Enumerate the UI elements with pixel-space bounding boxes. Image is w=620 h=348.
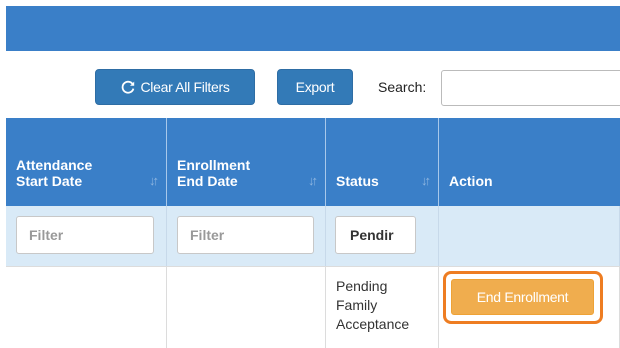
column-header-text: Status: [336, 173, 379, 189]
search-input[interactable]: [441, 70, 620, 106]
refresh-icon: [122, 80, 135, 94]
export-label: Export: [295, 79, 335, 95]
column-header-action: Action: [439, 118, 620, 206]
column-header-status[interactable]: Status ↓↑: [326, 118, 439, 206]
column-header-line: End Date: [177, 173, 238, 189]
column-header-text: Attendance Start Date: [16, 157, 92, 189]
filter-enrollment-end-date-input[interactable]: [177, 216, 314, 254]
filter-cell: [167, 206, 326, 266]
filter-status-input[interactable]: [335, 216, 416, 254]
column-header-line: Action: [449, 173, 493, 189]
end-enrollment-label: End Enrollment: [476, 289, 569, 305]
column-header-line: Enrollment: [177, 157, 251, 173]
end-enrollment-button[interactable]: End Enrollment: [451, 279, 594, 315]
cell-attendance-start-date: [6, 267, 167, 348]
sort-icon[interactable]: ↓↑: [421, 173, 431, 189]
column-header-text: Action: [449, 173, 493, 189]
cell-action: End Enrollment: [439, 267, 620, 348]
column-header-line: Start Date: [16, 173, 83, 189]
highlight-outline: End Enrollment: [443, 271, 603, 324]
table-row: Pending Family Acceptance End Enrollment: [6, 266, 620, 348]
column-header-attendance-start-date[interactable]: Attendance Start Date ↓↑: [6, 118, 167, 206]
enrollment-table: Attendance Start Date ↓↑ Enrollment End …: [6, 118, 620, 348]
column-header-line: Attendance: [16, 157, 93, 173]
column-header-enrollment-end-date[interactable]: Enrollment End Date ↓↑: [167, 118, 326, 206]
filter-cell: [6, 206, 167, 266]
export-button[interactable]: Export: [277, 69, 353, 105]
filter-cell: [439, 206, 620, 266]
filter-row: [6, 206, 620, 266]
clear-all-filters-label: Clear All Filters: [140, 79, 230, 95]
table-header-row: Attendance Start Date ↓↑ Enrollment End …: [6, 118, 620, 206]
status-text: Pending Family Acceptance: [336, 278, 410, 332]
cell-status: Pending Family Acceptance: [326, 267, 439, 348]
sort-icon[interactable]: ↓↑: [149, 173, 159, 189]
sort-icon[interactable]: ↓↑: [308, 173, 318, 189]
filter-cell: [326, 206, 439, 266]
cell-enrollment-end-date: [167, 267, 326, 348]
top-banner: [6, 6, 620, 51]
filter-attendance-start-date-input[interactable]: [16, 216, 154, 254]
column-header-text: Enrollment End Date: [177, 157, 250, 189]
clear-all-filters-button[interactable]: Clear All Filters: [95, 69, 255, 105]
column-header-line: Status: [336, 173, 379, 189]
search-label: Search:: [378, 79, 427, 95]
